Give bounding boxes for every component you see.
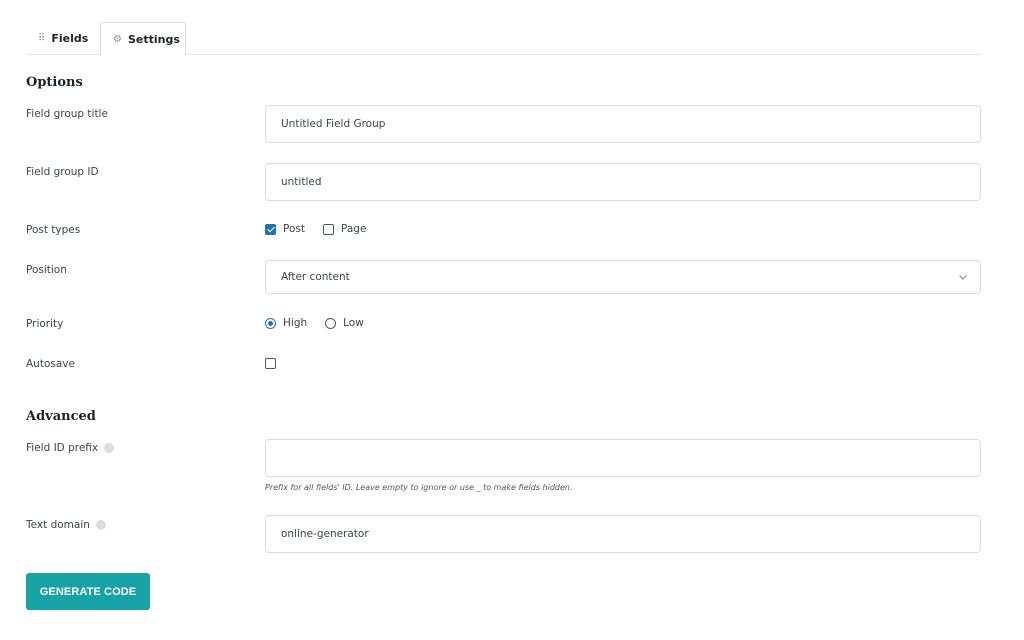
tab-settings-label: Settings	[127, 32, 180, 46]
position-value: After content	[281, 271, 350, 283]
priority-label: Priority	[26, 318, 64, 330]
priority-high[interactable]: High	[265, 317, 307, 329]
low-label: Low	[343, 317, 364, 329]
page-checkbox[interactable]	[322, 223, 334, 235]
post-types-group: Post Page	[265, 223, 384, 235]
field-id-prefix-label-text: Field ID prefix	[26, 442, 99, 454]
low-radio[interactable]	[325, 317, 337, 329]
tab-fields[interactable]: ⠿ Fields	[26, 22, 98, 55]
info-icon[interactable]	[95, 520, 106, 530]
autosave-checkbox[interactable]	[265, 358, 276, 369]
tab-settings[interactable]: ⚙ Settings	[100, 22, 186, 56]
post-checkbox[interactable]	[265, 223, 276, 235]
gear-icon: ⚙	[113, 33, 122, 45]
options-heading: Options	[26, 75, 83, 90]
grid-dots-icon: ⠿	[38, 33, 46, 44]
post-label: Post	[283, 223, 305, 235]
position-select[interactable]: After content	[265, 260, 981, 294]
text-domain-label: Text domain	[26, 519, 106, 531]
page-label: Page	[340, 223, 367, 235]
autosave-label: Autosave	[26, 358, 75, 370]
field-group-id-label: Field group ID	[26, 166, 99, 178]
generate-code-button[interactable]: GENERATE CODE	[26, 573, 150, 610]
field-group-id-value: untitled	[281, 176, 322, 188]
autosave-group	[265, 358, 276, 369]
priority-low[interactable]: Low	[325, 317, 364, 329]
post-type-page[interactable]: Page	[322, 223, 367, 235]
post-types-label: Post types	[26, 224, 81, 236]
chevron-down-icon	[959, 275, 967, 280]
high-radio[interactable]	[265, 317, 276, 329]
high-label: High	[283, 317, 308, 329]
tab-fields-label: Fields	[51, 32, 89, 45]
post-type-post[interactable]: Post	[265, 223, 305, 235]
text-domain-label-text: Text domain	[26, 519, 90, 531]
tab-bar: ⠿ Fields ⚙ Settings	[26, 22, 982, 56]
info-icon[interactable]	[104, 443, 115, 453]
text-domain-value: online-generator	[281, 528, 369, 540]
field-group-id-input[interactable]: untitled	[265, 163, 981, 201]
field-group-title-input[interactable]: Untitled Field Group	[265, 105, 981, 143]
field-group-title-value: Untitled Field Group	[281, 118, 386, 130]
text-domain-input[interactable]: online-generator	[265, 515, 981, 553]
field-group-title-label: Field group title	[26, 108, 108, 120]
field-id-prefix-input[interactable]	[265, 439, 981, 477]
advanced-heading: Advanced	[26, 409, 96, 424]
field-id-prefix-help: Prefix for all fields' ID. Leave empty t…	[265, 483, 573, 492]
position-label: Position	[26, 264, 67, 276]
priority-group: High Low	[265, 317, 382, 329]
field-id-prefix-label: Field ID prefix	[26, 442, 115, 454]
